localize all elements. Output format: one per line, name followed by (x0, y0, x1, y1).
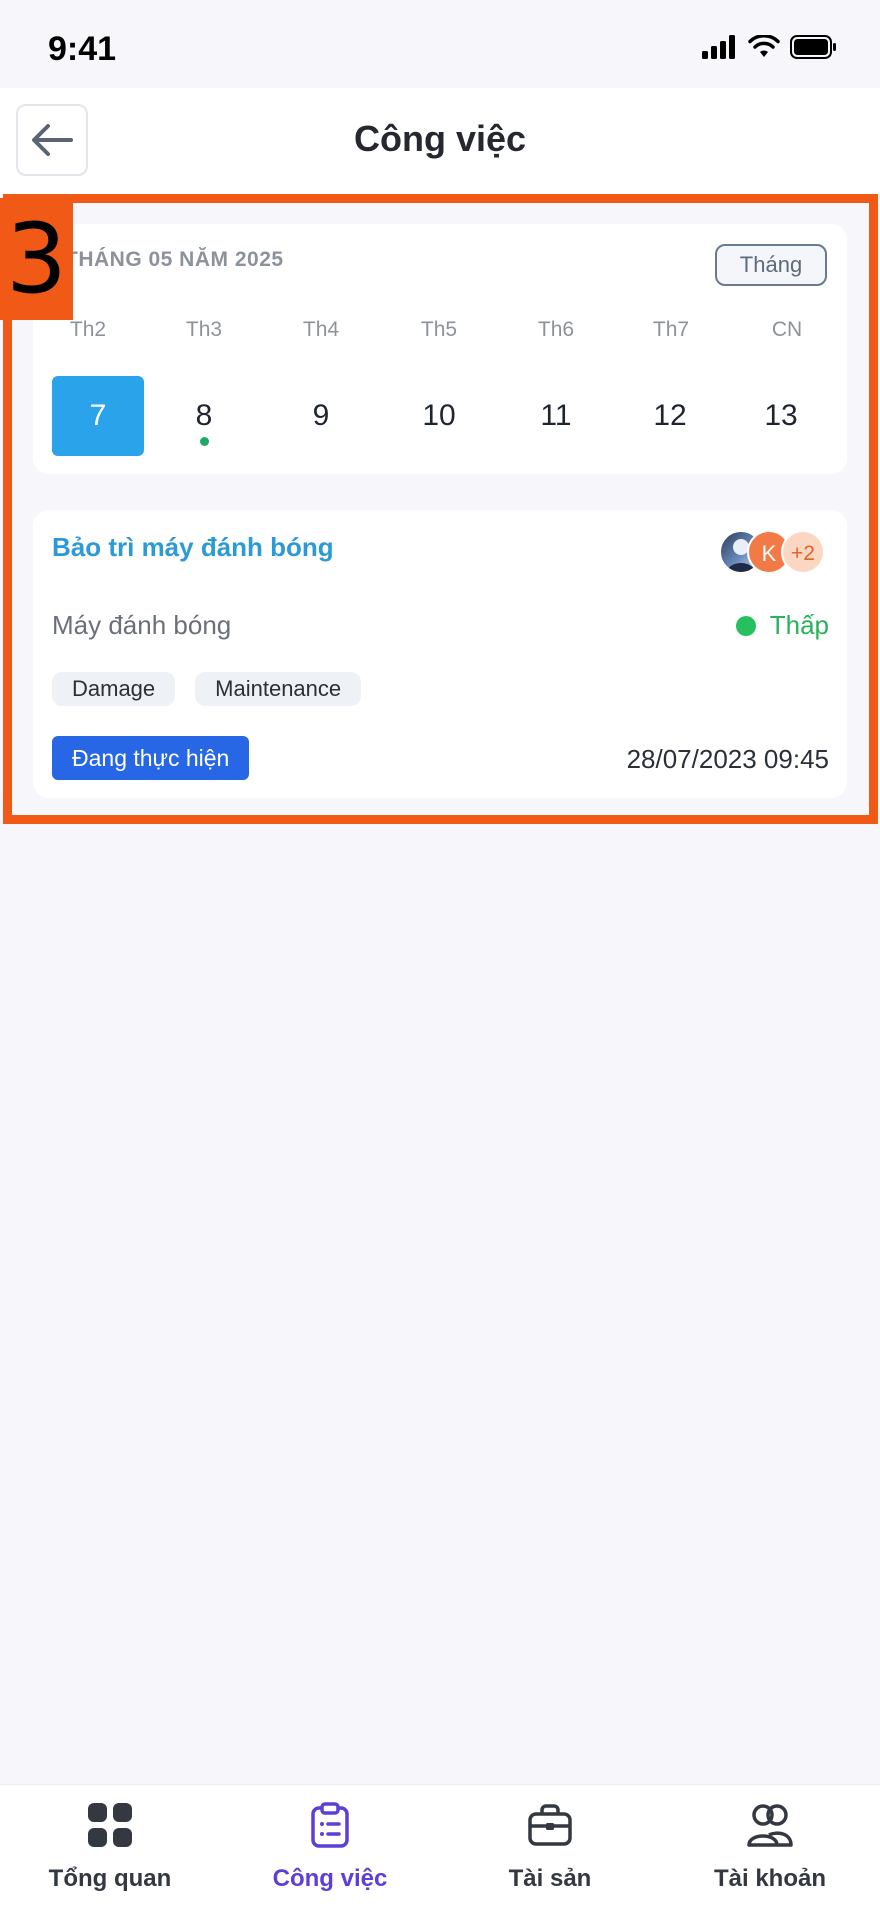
nav-item-tasks[interactable]: Công việc (220, 1799, 440, 1905)
app-header: Công việc (0, 88, 880, 194)
nav-item-assets[interactable]: Tài sản (440, 1799, 660, 1905)
nav-label: Tổng quan (48, 1865, 172, 1892)
bottom-nav: Tổng quan Công việc Tài sản Tài khoản (0, 1784, 880, 1912)
briefcase-icon (524, 1799, 576, 1851)
highlight-badge: 3 (0, 198, 73, 320)
signal-icon (702, 35, 735, 59)
status-time: 9:41 (48, 30, 117, 68)
users-icon (744, 1799, 796, 1851)
nav-item-overview[interactable]: Tổng quan (0, 1799, 220, 1905)
battery-icon (790, 35, 836, 59)
nav-item-account[interactable]: Tài khoản (660, 1799, 880, 1905)
grid-icon (84, 1799, 136, 1851)
status-icons (702, 32, 838, 62)
nav-label: Công việc (272, 1865, 388, 1892)
clipboard-icon (304, 1799, 356, 1851)
status-bar: 9:41 (0, 0, 880, 88)
nav-label: Tài sản (508, 1865, 592, 1892)
wifi-icon (748, 35, 780, 57)
page-title: Công việc (353, 118, 527, 159)
highlight-frame (3, 194, 878, 824)
nav-label: Tài khoản (713, 1865, 827, 1892)
